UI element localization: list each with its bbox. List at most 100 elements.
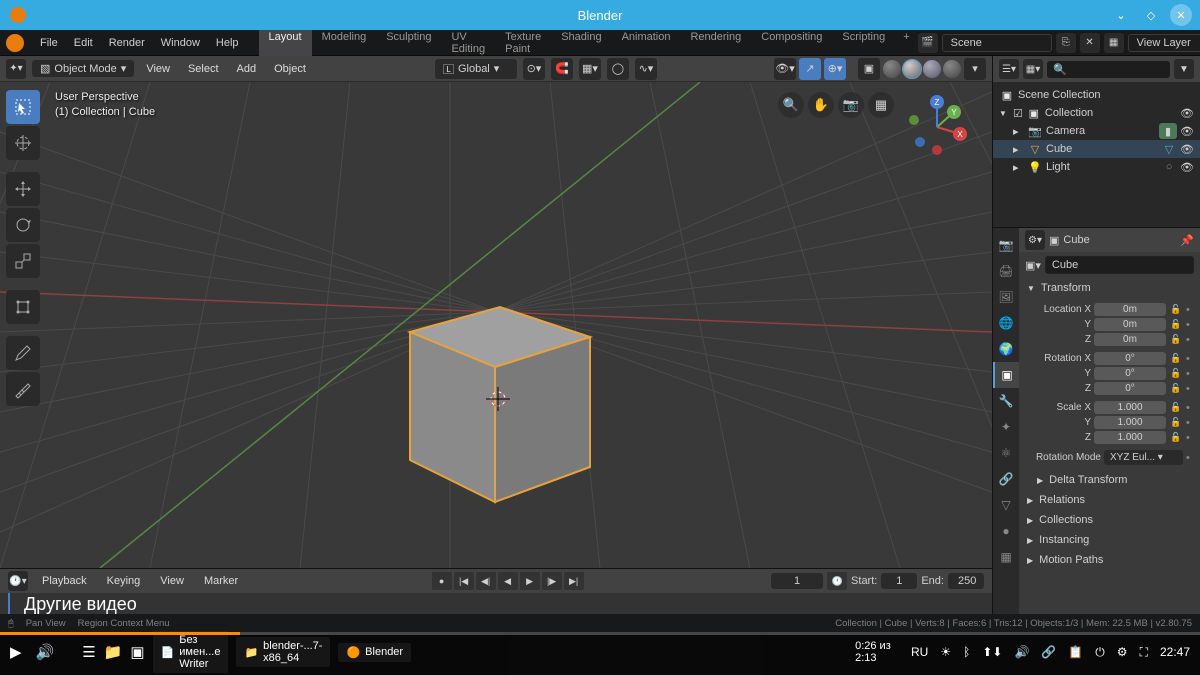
mode-select[interactable]: ▧ Object Mode ▾	[32, 60, 134, 77]
display-mode-icon[interactable]: ▦▾	[1023, 59, 1043, 79]
keying-menu[interactable]: Keying	[101, 573, 147, 589]
data-icon[interactable]: ▽	[1161, 141, 1177, 157]
tray-link-icon[interactable]: 🔗	[1041, 645, 1056, 659]
lock-icon[interactable]: 🔓	[1169, 319, 1183, 330]
overlays-icon[interactable]: ⊕▾	[824, 58, 846, 80]
taskbar-terminal-icon[interactable]: ▣	[130, 643, 144, 661]
scale-z-field[interactable]: 1.000	[1094, 431, 1166, 444]
tray-clipboard-icon[interactable]: 📋	[1068, 645, 1083, 659]
zoom-icon[interactable]: 🔍	[778, 92, 804, 118]
prop-tab-data[interactable]: ▽	[993, 492, 1019, 518]
tab-texture-paint[interactable]: Texture Paint	[495, 26, 551, 60]
layer-name-field[interactable]: View Layer	[1128, 34, 1200, 52]
lock-icon[interactable]: 🔓	[1169, 417, 1183, 428]
lock-icon[interactable]: 🔓	[1169, 334, 1183, 345]
lock-icon[interactable]: 🔓	[1169, 304, 1183, 315]
scene-name-field[interactable]: Scene	[942, 34, 1052, 52]
pan-hand-icon[interactable]: ✋	[808, 92, 834, 118]
play-icon[interactable]: ▶	[520, 572, 540, 590]
taskbar-menu-icon[interactable]: ☰	[82, 643, 95, 661]
prop-tab-world[interactable]: 🌍	[993, 336, 1019, 362]
wireframe-shading-icon[interactable]	[883, 60, 901, 78]
timeline-view-menu[interactable]: View	[154, 573, 190, 589]
outliner-search[interactable]: 🔍	[1047, 61, 1170, 78]
relations-panel-header[interactable]: ▶Relations	[1019, 490, 1200, 510]
settings-icon[interactable]: ⚙	[1117, 645, 1128, 659]
prop-tab-material[interactable]: ●	[993, 518, 1019, 544]
fullscreen-icon[interactable]: ⛶	[1140, 645, 1148, 660]
keyframe-prev-icon[interactable]: ◀|	[476, 572, 496, 590]
editor-type-icon[interactable]: ✦▾	[6, 59, 26, 79]
clock-label[interactable]: 22:47	[1160, 645, 1190, 659]
rotation-x-field[interactable]: 0°	[1094, 352, 1166, 365]
filter-icon[interactable]: ▼	[1174, 59, 1194, 79]
select-box-tool[interactable]	[6, 90, 40, 124]
pin-icon[interactable]: 📌	[1180, 234, 1194, 247]
gizmo-icon[interactable]: ↗	[799, 58, 821, 80]
orientation-select[interactable]: 🄻 Global ▾	[435, 59, 517, 79]
maximize-button[interactable]: ◇	[1140, 4, 1162, 26]
scene-delete-icon[interactable]: ✕	[1080, 33, 1100, 53]
rotation-z-field[interactable]: 0°	[1094, 382, 1166, 395]
visibility-icon[interactable]: 👁▾	[774, 58, 796, 80]
marker-menu[interactable]: Marker	[198, 573, 244, 589]
tab-sculpting[interactable]: Sculpting	[376, 26, 441, 60]
cursor-tool[interactable]	[6, 126, 40, 160]
lock-icon[interactable]: 🔓	[1169, 432, 1183, 443]
taskbar-app-folder[interactable]: 📁 blender-...7-x86_64	[236, 637, 330, 667]
tray-bluetooth-icon[interactable]: ᛒ	[963, 645, 970, 659]
prop-tab-physics[interactable]: ⚛	[993, 440, 1019, 466]
data-icon[interactable]: ▮	[1159, 123, 1177, 139]
related-videos-label[interactable]: Другие видео	[24, 594, 137, 615]
menu-help[interactable]: Help	[208, 34, 247, 52]
light-row[interactable]: ▸ 💡 Light ○ 👁	[993, 158, 1200, 176]
menu-file[interactable]: File	[32, 34, 66, 52]
tray-weather-icon[interactable]: ☀	[940, 645, 951, 659]
rotate-tool[interactable]	[6, 208, 40, 242]
tab-rendering[interactable]: Rendering	[680, 26, 751, 60]
view-menu[interactable]: View	[140, 61, 176, 77]
add-menu[interactable]: Add	[231, 61, 263, 77]
viewport-3d[interactable]: User Perspective (1) Collection | Cube 🔍…	[0, 82, 992, 568]
blender-logo-icon[interactable]	[6, 34, 24, 52]
scene-browse-icon[interactable]: 🎬	[918, 33, 938, 53]
keyframe-next-icon[interactable]: |▶	[542, 572, 562, 590]
lock-icon[interactable]: 🔓	[1169, 353, 1183, 364]
prop-editor-icon[interactable]: ⚙▾	[1025, 230, 1045, 250]
scene-collection-row[interactable]: ▣ Scene Collection	[993, 86, 1200, 104]
camera-icon[interactable]: 📷	[838, 92, 864, 118]
playhead[interactable]	[8, 593, 10, 614]
autokey-icon[interactable]: ●	[432, 572, 452, 590]
tab-scripting[interactable]: Scripting	[832, 26, 895, 60]
nav-gizmo[interactable]: X Y Z	[902, 92, 972, 162]
scale-tool[interactable]	[6, 244, 40, 278]
lock-icon[interactable]: 🔓	[1169, 368, 1183, 379]
instancing-panel-header[interactable]: ▶Instancing	[1019, 530, 1200, 550]
start-frame-field[interactable]: 1	[881, 573, 917, 589]
tab-compositing[interactable]: Compositing	[751, 26, 832, 60]
solid-shading-icon[interactable]	[903, 60, 921, 78]
transform-tool[interactable]	[6, 290, 40, 324]
tab-shading[interactable]: Shading	[551, 26, 611, 60]
language-indicator[interactable]: RU	[911, 645, 928, 659]
menu-window[interactable]: Window	[153, 34, 208, 52]
prop-tab-particles[interactable]: ✦	[993, 414, 1019, 440]
layer-browse-icon[interactable]: ▦	[1104, 33, 1124, 53]
prop-tab-scene[interactable]: 🌐	[993, 310, 1019, 336]
tab-uv-editing[interactable]: UV Editing	[441, 26, 495, 60]
prop-tab-render[interactable]: 📷	[993, 232, 1019, 258]
close-button[interactable]: ✕	[1170, 4, 1192, 26]
end-frame-field[interactable]: 250	[948, 573, 984, 589]
taskbar-files-icon[interactable]: 📁	[104, 643, 123, 661]
material-shading-icon[interactable]	[923, 60, 941, 78]
proportional-type-icon[interactable]: ∿▾	[635, 58, 657, 80]
current-frame-field[interactable]: 1	[771, 573, 823, 589]
prop-tab-texture[interactable]: ▦	[993, 544, 1019, 570]
motion-paths-header[interactable]: ▶Motion Paths	[1019, 550, 1200, 570]
tab-layout[interactable]: Layout	[259, 26, 312, 60]
object-name-field[interactable]: Cube	[1045, 256, 1194, 274]
volume-icon[interactable]: 🔊	[36, 643, 55, 661]
visibility-icon[interactable]: 👁	[1180, 125, 1194, 138]
visibility-icon[interactable]: 👁	[1180, 161, 1194, 174]
perspective-toggle-icon[interactable]: ▦	[868, 92, 894, 118]
